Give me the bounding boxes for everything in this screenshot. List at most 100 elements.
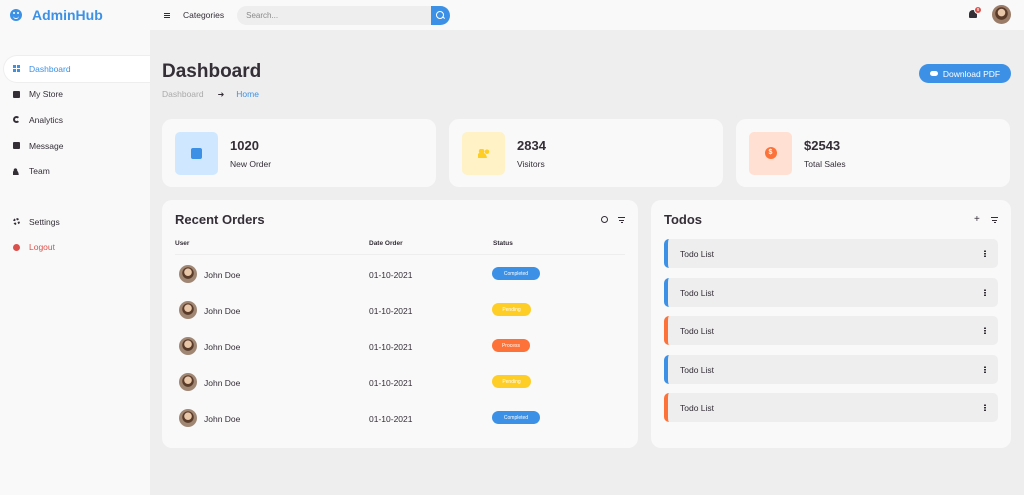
download-pdf-button[interactable]: Download PDF [919, 64, 1011, 83]
stat-label: Visitors [517, 158, 545, 169]
breadcrumb: Dashboard ➜ Home [162, 89, 259, 99]
gear-icon [13, 218, 20, 226]
smile-logo-icon [10, 9, 22, 21]
search-input[interactable] [237, 5, 432, 25]
stat-card-orders: 1020 New Order [162, 119, 436, 187]
sidebar-item-team[interactable]: Team [0, 158, 150, 184]
order-user: John Doe [204, 270, 241, 280]
recent-orders-title: Recent Orders [175, 212, 265, 227]
todos-title: Todos [664, 212, 703, 227]
filter-icon[interactable] [618, 217, 625, 224]
brand[interactable]: AdminHub [0, 0, 150, 30]
status-badge: Process [492, 339, 530, 352]
sidebar-item-label: Team [29, 166, 50, 177]
filter-icon[interactable] [991, 217, 998, 224]
table-row[interactable]: John Doe 01-10-2021 Pending [175, 292, 625, 328]
sidebar-menu: Dashboard My Store Analytics Message Tea… [0, 56, 150, 184]
chevron-right-icon: ➜ [217, 89, 225, 99]
table-row[interactable]: John Doe 01-10-2021 Completed [175, 400, 625, 436]
todo-item[interactable]: Todo List [664, 393, 998, 422]
order-date: 01-10-2021 [369, 342, 413, 352]
page-title: Dashboard [162, 61, 262, 82]
sidebar: AdminHub Dashboard My Store Analytics Me… [0, 0, 150, 495]
notification-badge: 8 [974, 6, 982, 14]
sidebar-item-label: My Store [29, 89, 64, 100]
todo-label: Todo List [680, 364, 715, 375]
sidebar-bottom-menu: Settings Logout [0, 209, 150, 260]
order-user: John Doe [204, 342, 241, 352]
avatar [179, 373, 197, 391]
todo-label: Todo List [680, 325, 715, 336]
sidebar-item-settings[interactable]: Settings [0, 209, 150, 235]
cloud-download-icon [929, 71, 938, 76]
avatar[interactable] [992, 5, 1011, 24]
topbar: Categories 8 [150, 0, 1024, 30]
search-button[interactable] [431, 5, 451, 25]
download-pdf-label: Download PDF [942, 68, 1001, 79]
order-date: 01-10-2021 [369, 378, 413, 388]
more-vertical-icon[interactable] [984, 327, 986, 334]
stat-card-visitors: 2834 Visitors [449, 119, 723, 187]
menu-icon[interactable] [164, 12, 170, 18]
more-vertical-icon[interactable] [984, 404, 986, 411]
stat-card-sales: $ $2543 Total Sales [736, 119, 1010, 187]
todo-label: Todo List [680, 287, 715, 298]
logout-icon [13, 243, 20, 251]
dollar-icon: $ [764, 147, 777, 159]
recent-orders-panel: Recent Orders User Date Order Status Joh… [162, 200, 638, 448]
order-date: 01-10-2021 [369, 270, 413, 280]
order-date: 01-10-2021 [369, 306, 413, 316]
breadcrumb-item-active[interactable]: Home [236, 89, 259, 99]
calendar-check-icon [191, 147, 202, 159]
stat-value: 1020 [230, 137, 259, 153]
todo-item[interactable]: Todo List [664, 278, 998, 307]
people-icon [477, 148, 490, 158]
more-vertical-icon[interactable] [984, 250, 986, 257]
more-vertical-icon[interactable] [984, 289, 986, 296]
order-user: John Doe [204, 378, 241, 388]
column-header-user: User [175, 240, 190, 247]
avatar [179, 265, 197, 283]
todos-panel: Todos + Todo List Todo List Todo List To… [651, 200, 1011, 448]
sidebar-item-label: Settings [29, 216, 60, 227]
donut-chart-icon [13, 116, 20, 124]
stat-label: New Order [230, 158, 272, 169]
todo-item[interactable]: Todo List [664, 239, 998, 268]
search-form [237, 5, 451, 25]
sidebar-item-analytics[interactable]: Analytics [0, 107, 150, 133]
table-row[interactable]: John Doe 01-10-2021 Process [175, 328, 625, 364]
table-header: User Date Order Status [175, 240, 625, 255]
sidebar-item-logout[interactable]: Logout [0, 235, 150, 261]
stat-value: $2543 [804, 137, 841, 153]
table-row[interactable]: John Doe 01-10-2021 Pending [175, 364, 625, 400]
categories-link[interactable]: Categories [183, 10, 224, 20]
order-user: John Doe [204, 306, 241, 316]
more-vertical-icon[interactable] [984, 366, 986, 373]
sidebar-item-label: Message [29, 140, 64, 151]
avatar [179, 337, 197, 355]
sidebar-item-message[interactable]: Message [0, 133, 150, 159]
main-content: Dashboard Dashboard ➜ Home Download PDF … [150, 30, 1024, 495]
todo-item[interactable]: Todo List [664, 316, 998, 345]
brand-name: AdminHub [32, 7, 103, 23]
stat-value: 2834 [517, 137, 546, 153]
sidebar-item-label: Logout [29, 242, 55, 253]
breadcrumb-item[interactable]: Dashboard [162, 89, 204, 99]
status-badge: Completed [492, 411, 540, 424]
todo-label: Todo List [680, 402, 715, 413]
search-icon[interactable] [601, 216, 608, 223]
avatar [179, 301, 197, 319]
todo-item[interactable]: Todo List [664, 355, 998, 384]
order-date: 01-10-2021 [369, 414, 413, 424]
column-header-status: Status [493, 240, 513, 247]
table-row[interactable]: John Doe 01-10-2021 Completed [175, 256, 625, 292]
avatar [179, 409, 197, 427]
sidebar-item-my-store[interactable]: My Store [0, 82, 150, 108]
message-icon [13, 142, 20, 150]
stats-row: 1020 New Order 2834 Visitors $ $2543 Tot… [162, 119, 1010, 187]
status-badge: Completed [492, 267, 540, 280]
status-badge: Pending [492, 303, 531, 316]
grid-icon [13, 65, 20, 73]
sidebar-item-dashboard[interactable]: Dashboard [4, 56, 150, 82]
plus-icon[interactable]: + [974, 215, 981, 225]
